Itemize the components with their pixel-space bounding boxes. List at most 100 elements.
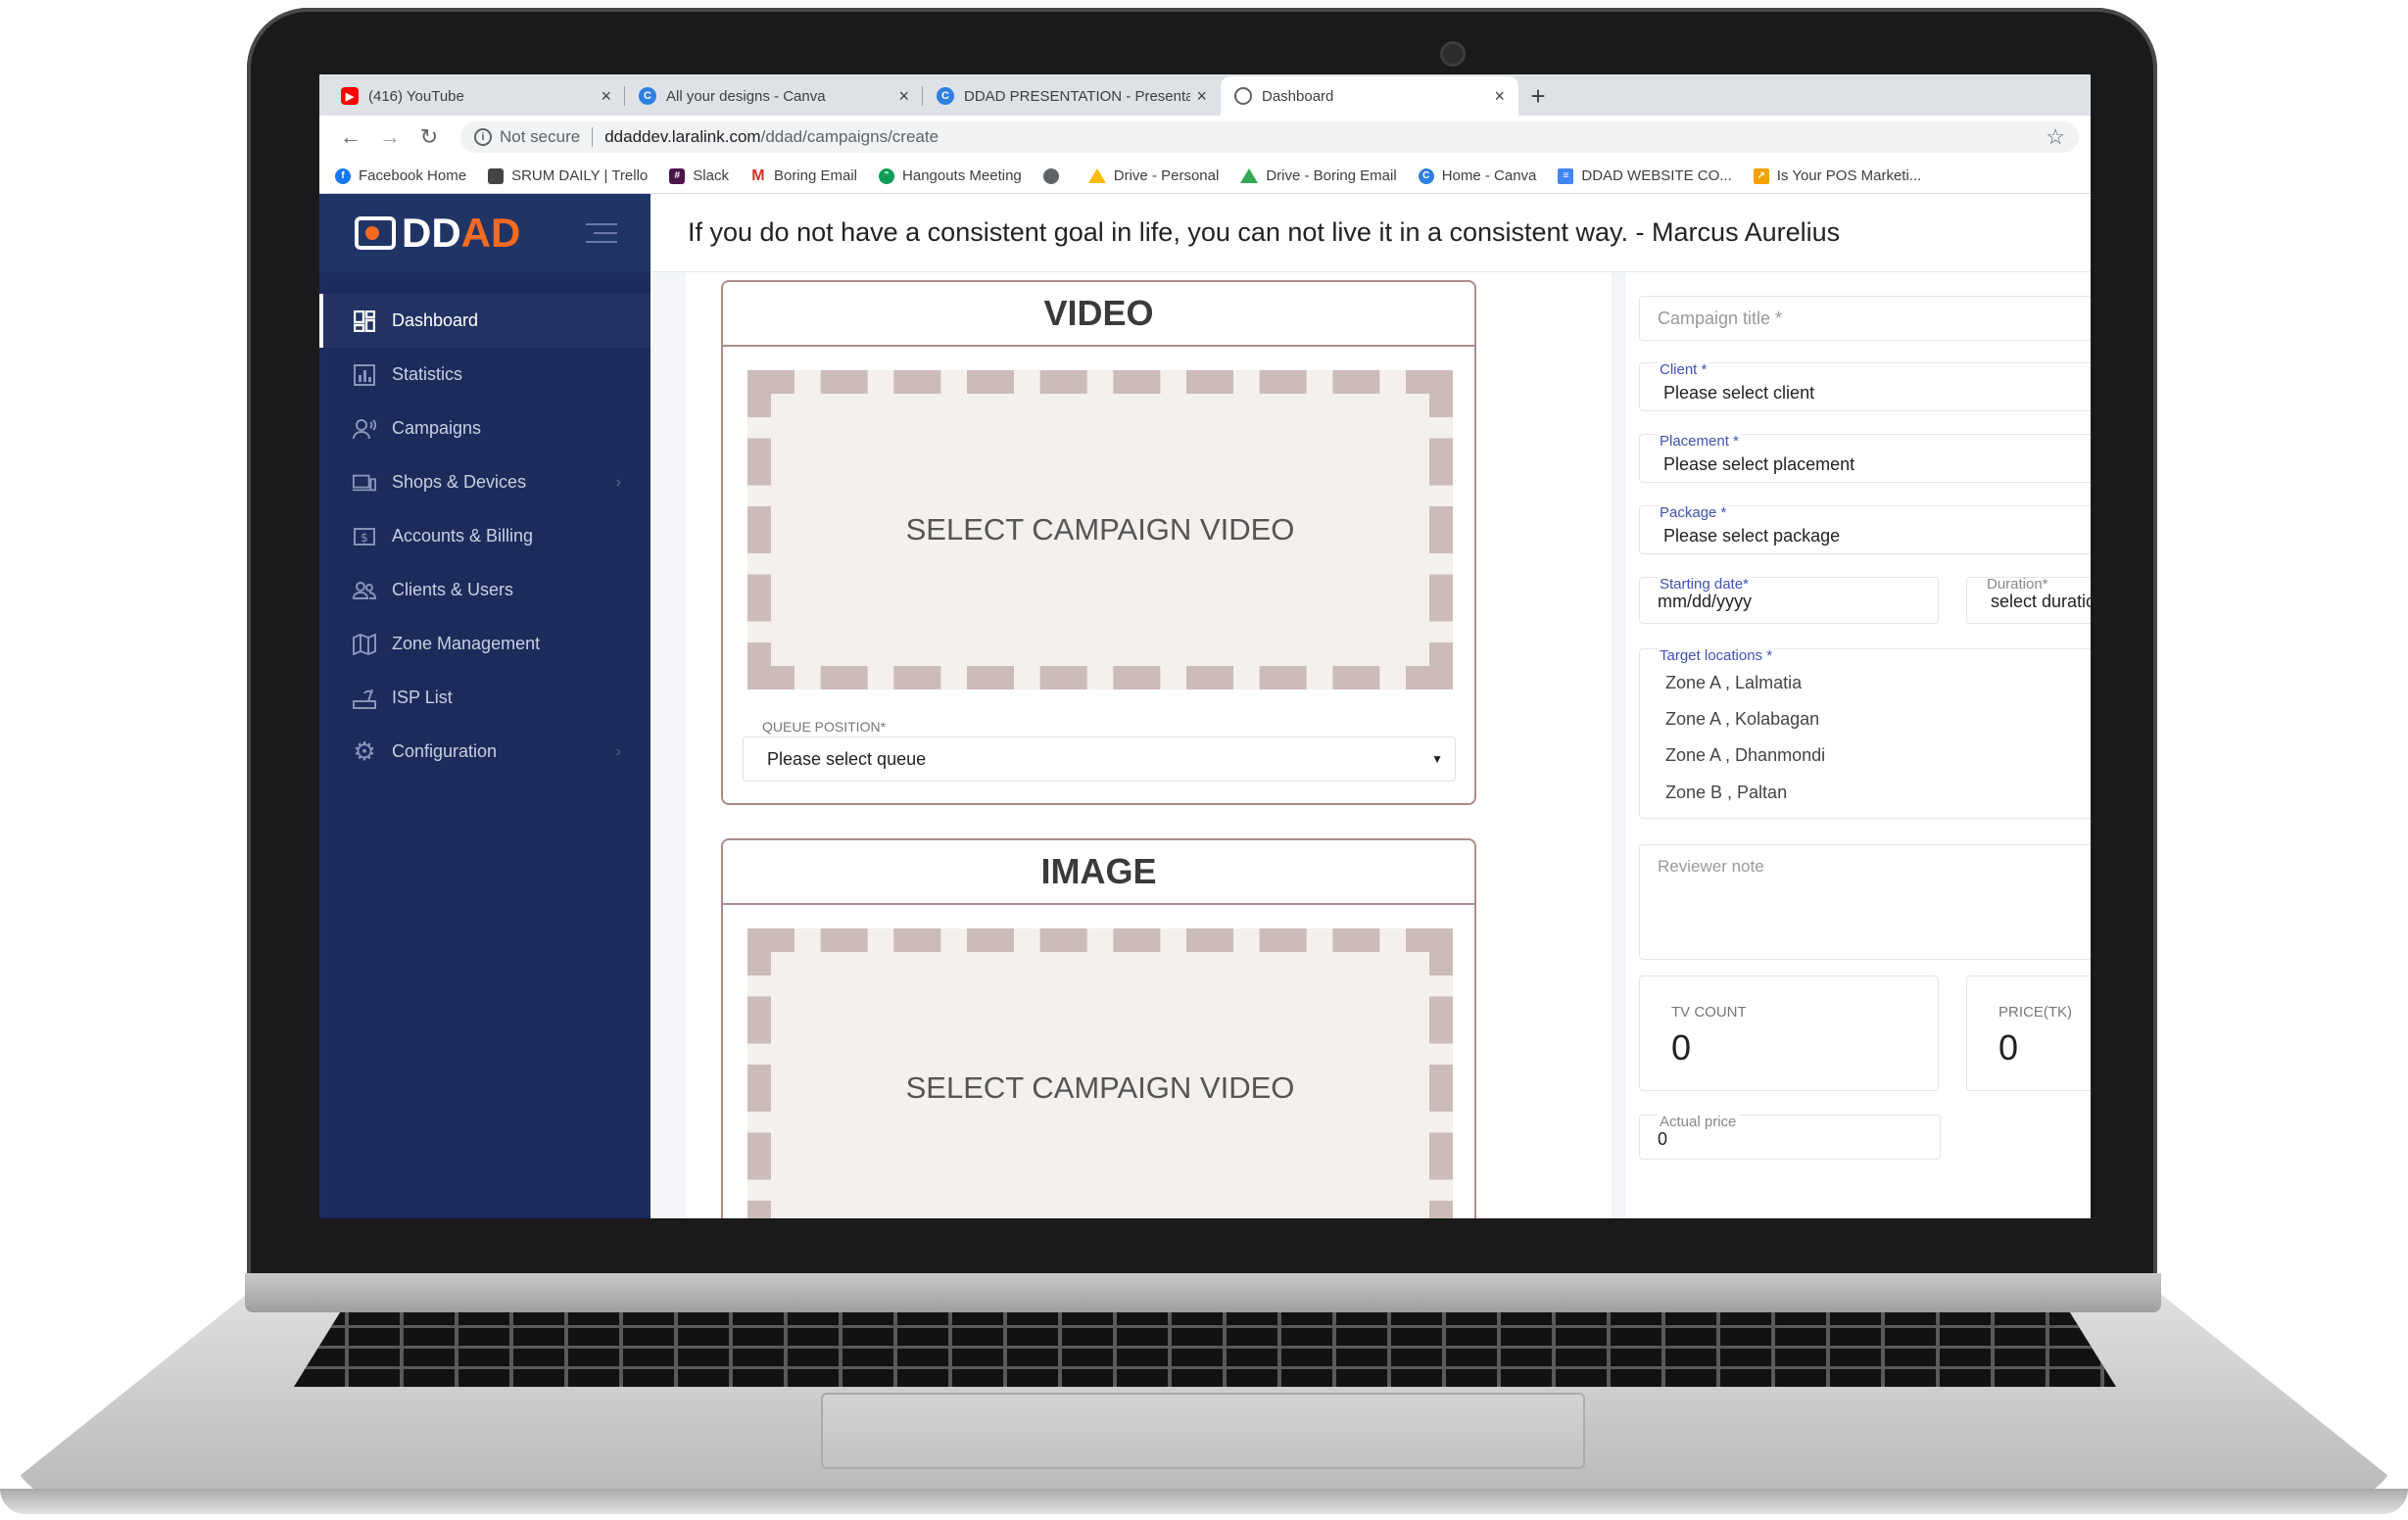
- security-label: Not secure: [500, 127, 581, 146]
- bookmark-gmail[interactable]: M Boring Email: [750, 167, 857, 185]
- browser-tab-active[interactable]: Dashboard ×: [1221, 76, 1518, 116]
- actual-price-value: 0: [1658, 1129, 1668, 1149]
- sidebar-item-campaigns[interactable]: Campaigns: [319, 402, 650, 455]
- actual-price-field[interactable]: Actual price 0: [1639, 1114, 1941, 1160]
- bookmark-drive-boring[interactable]: Drive - Boring Email: [1240, 167, 1397, 184]
- bookmark-label: SRUM DAILY | Trello: [511, 167, 649, 184]
- bookmarks-bar: f Facebook Home SRUM DAILY | Trello # Slac…: [319, 159, 2091, 194]
- image-panel-title: IMAGE: [723, 840, 1474, 905]
- isp-icon: [353, 687, 376, 710]
- bookmark-docs[interactable]: ≡ DDAD WEBSITE CO...: [1558, 167, 1732, 184]
- sidebar-item-label: Shops & Devices: [392, 472, 527, 492]
- bookmark-label: Hangouts Meeting: [902, 167, 1022, 184]
- bookmark-label: Home - Canva: [1441, 167, 1537, 184]
- bookmark-drive-personal[interactable]: Drive - Personal: [1087, 167, 1220, 184]
- tab-close-icon[interactable]: ×: [1494, 86, 1505, 107]
- client-select[interactable]: Client * Please select client: [1639, 361, 2091, 411]
- laptop-trackpad: [821, 1393, 1585, 1469]
- bookmark-label: Drive - Personal: [1113, 167, 1220, 184]
- drive-icon: [1087, 168, 1106, 183]
- bookmark-canva[interactable]: C Home - Canva: [1418, 167, 1537, 184]
- slack-icon: #: [669, 167, 686, 184]
- tab-close-icon[interactable]: ×: [898, 86, 909, 107]
- video-dropzone[interactable]: SELECT CAMPAIGN VIDEO: [747, 370, 1453, 689]
- drive-icon: [1240, 168, 1259, 183]
- sidebar-nav: Dashboard Statistics Campaigns Shops & D…: [319, 294, 650, 779]
- map-icon: [353, 633, 376, 656]
- forward-arrow-icon[interactable]: →: [370, 124, 409, 150]
- reviewer-note-field[interactable]: Reviewer note: [1639, 844, 2091, 960]
- sidebar-item-label: Campaigns: [392, 418, 482, 438]
- bookmark-star-icon[interactable]: ☆: [2046, 124, 2065, 150]
- sidebar-item-statistics[interactable]: Statistics: [319, 348, 650, 402]
- image-panel: IMAGE SELECT CAMPAIGN VIDEO: [721, 838, 1476, 1218]
- target-locations-list[interactable]: Target locations * Zone A , Lalmatia Zon…: [1639, 647, 2091, 819]
- starting-date-field[interactable]: Starting date* mm/dd/yyyy: [1639, 576, 1939, 624]
- url-host: ddaddev.laralink.com: [604, 127, 761, 146]
- location-option[interactable]: Zone B , Paltan: [1665, 783, 1787, 803]
- sidebar-item-label: Clients & Users: [392, 580, 514, 599]
- devices-icon: [353, 471, 376, 495]
- bookmark-slack[interactable]: # Slack: [669, 167, 729, 184]
- sidebar-item-clients-users[interactable]: Clients & Users: [319, 563, 650, 617]
- campaign-title-placeholder: Campaign title *: [1658, 309, 1783, 328]
- location-option[interactable]: Zone A , Kolabagan: [1665, 709, 1819, 730]
- brand-logo[interactable]: DD AD: [319, 194, 650, 272]
- client-value: Please select client: [1663, 383, 1815, 403]
- queue-position-select[interactable]: Please select queue ▼: [743, 736, 1456, 782]
- reload-icon[interactable]: ↻: [409, 124, 449, 150]
- bookmark-facebook[interactable]: f Facebook Home: [335, 167, 466, 184]
- sidebar-item-label: ISP List: [392, 688, 453, 707]
- tab-label: DDAD PRESENTATION - Presenta: [964, 87, 1191, 105]
- bookmark-trello[interactable]: SRUM DAILY | Trello: [488, 167, 648, 184]
- sidebar-item-zone-management[interactable]: Zone Management: [319, 617, 650, 671]
- quote-banner: If you do not have a consistent goal in …: [650, 194, 2091, 272]
- laptop-mockup: ▶ (416) YouTube × C All your designs - C…: [0, 0, 2408, 1520]
- price-card: PRICE(TK) 0: [1966, 975, 2091, 1091]
- tv-count-label: TV COUNT: [1671, 1004, 1747, 1021]
- tv-count-card: TV COUNT 0: [1639, 975, 1939, 1091]
- browser-tab[interactable]: C All your designs - Canva ×: [625, 76, 923, 116]
- tab-label: Dashboard: [1262, 87, 1334, 105]
- gear-icon: ⚙: [353, 736, 376, 766]
- queue-position-label: QUEUE POSITION*: [762, 719, 887, 735]
- location-option[interactable]: Zone A , Dhanmondi: [1665, 745, 1825, 766]
- docs-icon: ≡: [1558, 167, 1574, 184]
- tab-close-icon[interactable]: ×: [601, 86, 611, 107]
- bookmark-label: Is Your POS Marketi...: [1776, 167, 1922, 184]
- address-bar[interactable]: i Not secure ddaddev.laralink.com/ddad/c…: [460, 121, 2079, 153]
- sidebar-item-dashboard[interactable]: Dashboard: [319, 294, 650, 348]
- sidebar-item-configuration[interactable]: ⚙ Configuration ›: [319, 725, 650, 779]
- browser-tab[interactable]: C DDAD PRESENTATION - Presenta ×: [923, 76, 1221, 116]
- bookmark-hangouts[interactable]: " Hangouts Meeting: [879, 167, 1022, 184]
- tab-close-icon[interactable]: ×: [1196, 86, 1207, 107]
- laptop-hinge: [245, 1273, 2161, 1312]
- bookmark-label: Facebook Home: [359, 167, 467, 184]
- browser-toolbar: ← → ↻ i Not secure ddaddev.laralink.com /…: [319, 116, 2091, 159]
- video-panel-title: VIDEO: [723, 282, 1474, 347]
- canva-icon: C: [639, 87, 656, 105]
- bookmark-globe[interactable]: [1042, 167, 1067, 184]
- campaign-title-field[interactable]: Campaign title *: [1639, 296, 2091, 341]
- browser-tab-bar: ▶ (416) YouTube × C All your designs - C…: [319, 74, 2091, 116]
- back-arrow-icon[interactable]: ←: [331, 124, 370, 150]
- tv-count-value: 0: [1671, 1027, 1692, 1068]
- bookmark-pos[interactable]: ↗ Is Your POS Marketi...: [1753, 167, 1922, 184]
- package-label: Package *: [1658, 504, 1729, 521]
- actual-price-label: Actual price: [1658, 1114, 1739, 1130]
- sidebar-item-accounts-billing[interactable]: $ Accounts & Billing: [319, 509, 650, 563]
- image-dropzone[interactable]: SELECT CAMPAIGN VIDEO: [747, 928, 1453, 1218]
- hamburger-menu-icon[interactable]: [586, 223, 617, 243]
- sidebar-item-shops-devices[interactable]: Shops & Devices ›: [319, 455, 650, 509]
- sidebar-item-isp-list[interactable]: ISP List: [319, 671, 650, 725]
- browser-tab[interactable]: ▶ (416) YouTube ×: [327, 76, 625, 116]
- placement-select[interactable]: Placement * Please select placement: [1639, 433, 2091, 483]
- new-tab-button[interactable]: +: [1518, 76, 1558, 116]
- client-label: Client *: [1658, 361, 1710, 378]
- duration-select[interactable]: Duration* select duration: [1966, 577, 2091, 624]
- location-option[interactable]: Zone A , Lalmatia: [1665, 673, 1802, 693]
- tab-label: All your designs - Canva: [666, 87, 826, 105]
- reviewer-note-placeholder: Reviewer note: [1658, 857, 1764, 876]
- package-select[interactable]: Package * Please select package: [1639, 504, 2091, 554]
- info-icon[interactable]: i: [474, 128, 492, 146]
